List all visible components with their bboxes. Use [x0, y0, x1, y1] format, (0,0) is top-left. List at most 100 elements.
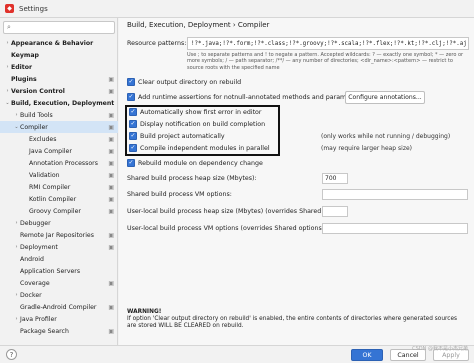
- project-scope-icon: ▣: [108, 123, 114, 131]
- warning-text: If option 'Clear output directory on reb…: [127, 316, 458, 329]
- sidebar-item[interactable]: › Deployment ▣: [0, 241, 118, 253]
- sidebar-item[interactable]: › Build Tools ▣: [0, 109, 118, 121]
- sidebar-item[interactable]: › Version Control ▣: [0, 85, 118, 97]
- checkbox-icon[interactable]: ✓: [129, 144, 137, 152]
- sidebar-item-label: Compiler: [20, 123, 48, 131]
- chevron-icon[interactable]: ›: [13, 220, 20, 226]
- resource-patterns-input[interactable]: !?*.java;!?*.form;!?*.class;!?*.groovy;!…: [187, 37, 469, 50]
- vm-options-input[interactable]: [322, 189, 468, 200]
- checkbox-icon[interactable]: ✓: [127, 78, 135, 86]
- sidebar-item-label: Appearance & Behavior: [11, 39, 94, 47]
- settings-search-input[interactable]: ⌕: [3, 21, 115, 34]
- option-show-first-error[interactable]: ✓ Automatically show first error in edit…: [129, 108, 261, 116]
- sidebar-item-label: Android: [20, 255, 44, 263]
- chevron-icon[interactable]: ›: [13, 112, 20, 118]
- project-scope-icon: ▣: [108, 159, 114, 167]
- chevron-icon[interactable]: ⌄: [4, 100, 11, 106]
- sidebar-item-label: Validation: [29, 171, 60, 179]
- help-icon[interactable]: ?: [6, 349, 17, 360]
- sidebar-item[interactable]: RMI Compiler ▣: [0, 181, 118, 193]
- sidebar-item[interactable]: Gradle-Android Compiler ▣: [0, 301, 118, 313]
- chevron-icon[interactable]: ›: [4, 40, 11, 46]
- heap-size-input[interactable]: 700: [322, 173, 348, 184]
- checkbox-icon[interactable]: ✓: [127, 93, 135, 101]
- sidebar-item[interactable]: ⌄ Build, Execution, Deployment: [0, 97, 118, 109]
- sidebar-item-label: Java Profiler: [20, 315, 57, 323]
- project-scope-icon: ▣: [108, 243, 114, 251]
- warning-title: WARNING!: [127, 309, 162, 315]
- sidebar-item[interactable]: Android: [0, 253, 118, 265]
- project-scope-icon: ▣: [108, 171, 114, 179]
- sidebar-item[interactable]: Kotlin Compiler ▣: [0, 193, 118, 205]
- checkbox-icon[interactable]: ✓: [129, 120, 137, 128]
- checkbox-icon[interactable]: ✓: [129, 108, 137, 116]
- checkbox-icon[interactable]: ✓: [129, 132, 137, 140]
- chevron-icon[interactable]: ⌄: [13, 124, 20, 130]
- sidebar-item[interactable]: Package Search ▣: [0, 325, 118, 337]
- vm-options-label: Shared build process VM options:: [127, 191, 232, 198]
- chevron-icon[interactable]: ›: [13, 292, 20, 298]
- breadcrumb: Build, Execution, Deployment › Compiler: [127, 21, 270, 29]
- user-heap-size-input[interactable]: [322, 206, 348, 217]
- project-scope-icon: ▣: [108, 195, 114, 203]
- settings-tree: › Appearance & Behavior Keymap › Editor Plugi…: [0, 37, 118, 337]
- sidebar-item-label: Annotation Processors: [29, 159, 98, 167]
- sidebar-item[interactable]: Coverage ▣: [0, 277, 118, 289]
- sidebar-item[interactable]: Annotation Processors ▣: [0, 157, 118, 169]
- chevron-icon[interactable]: ›: [13, 244, 20, 250]
- option-parallel-compile[interactable]: ✓ Compile independent modules in paralle…: [129, 144, 270, 152]
- build-auto-note: (only works while not running / debuggin…: [321, 133, 451, 140]
- sidebar-item[interactable]: › Appearance & Behavior: [0, 37, 118, 49]
- project-scope-icon: ▣: [108, 279, 114, 287]
- sidebar-item-label: Keymap: [11, 51, 39, 59]
- sidebar-item-label: Remote Jar Repositories: [20, 231, 94, 239]
- sidebar-item[interactable]: Groovy Compiler ▣: [0, 205, 118, 217]
- sidebar-item[interactable]: › Java Profiler: [0, 313, 118, 325]
- app-icon: ◆: [5, 4, 14, 13]
- sidebar-item-label: Java Compiler: [29, 147, 72, 155]
- sidebar-item[interactable]: Application Servers: [0, 265, 118, 277]
- project-scope-icon: ▣: [108, 207, 114, 215]
- sidebar-item[interactable]: Remote Jar Repositories ▣: [0, 229, 118, 241]
- option-label: Rebuild module on dependency change: [138, 159, 263, 167]
- option-label: Automatically show first error in editor: [140, 108, 262, 116]
- project-scope-icon: ▣: [108, 231, 114, 239]
- option-clear-output[interactable]: ✓ Clear output directory on rebuild: [127, 78, 241, 86]
- option-runtime-assertions[interactable]: ✓ Add runtime assertions for notnull-ann…: [127, 93, 362, 101]
- ok-button[interactable]: OK: [351, 349, 383, 361]
- sidebar-item[interactable]: Validation ▣: [0, 169, 118, 181]
- settings-sidebar: ⌕ › Appearance & Behavior Keymap › Editor Plu…: [0, 18, 118, 345]
- sidebar-item[interactable]: › Debugger: [0, 217, 118, 229]
- sidebar-item[interactable]: Excludes ▣: [0, 133, 118, 145]
- warning-block: WARNING! If option 'Clear output directo…: [127, 309, 467, 330]
- project-scope-icon: ▣: [108, 111, 114, 119]
- project-scope-icon: ▣: [108, 303, 114, 311]
- sidebar-item[interactable]: ⌄ Compiler ▣: [0, 121, 118, 133]
- sidebar-item-label: Excludes: [29, 135, 57, 143]
- option-label: Clear output directory on rebuild: [138, 78, 242, 86]
- parallel-note: (may require larger heap size): [321, 145, 412, 152]
- sidebar-item[interactable]: Java Compiler ▣: [0, 145, 118, 157]
- checkbox-icon[interactable]: ✓: [127, 159, 135, 167]
- sidebar-item[interactable]: Keymap: [0, 49, 118, 61]
- option-build-automatically[interactable]: ✓ Build project automatically: [129, 132, 225, 140]
- configure-annotations-button[interactable]: Configure annotations...: [345, 91, 425, 104]
- chevron-icon[interactable]: ›: [13, 316, 20, 322]
- user-vm-options-label: User-local build process VM options (ove…: [127, 225, 327, 232]
- chevron-icon[interactable]: ›: [4, 64, 11, 70]
- user-vm-options-input[interactable]: [322, 223, 468, 234]
- chevron-icon[interactable]: ›: [4, 88, 11, 94]
- option-label: Compile independent modules in parallel: [140, 144, 270, 152]
- sidebar-item[interactable]: › Docker: [0, 289, 118, 301]
- user-heap-size-label: User-local build process heap size (Mbyt…: [127, 208, 341, 215]
- heap-size-label: Shared build process heap size (Mbytes):: [127, 175, 257, 182]
- search-icon: ⌕: [7, 23, 11, 31]
- dialog-footer: ? OK Cancel Apply CSDN @我不是小杰兄弟: [0, 345, 474, 363]
- sidebar-item[interactable]: › Editor: [0, 61, 118, 73]
- sidebar-item-label: Build, Execution, Deployment: [11, 99, 115, 107]
- project-scope-icon: ▣: [108, 147, 114, 155]
- option-build-notification[interactable]: ✓ Display notification on build completi…: [129, 120, 265, 128]
- option-rebuild-on-dependency[interactable]: ✓ Rebuild module on dependency change: [127, 159, 263, 167]
- sidebar-item-label: Coverage: [20, 279, 50, 287]
- sidebar-item[interactable]: Plugins ▣: [0, 73, 118, 85]
